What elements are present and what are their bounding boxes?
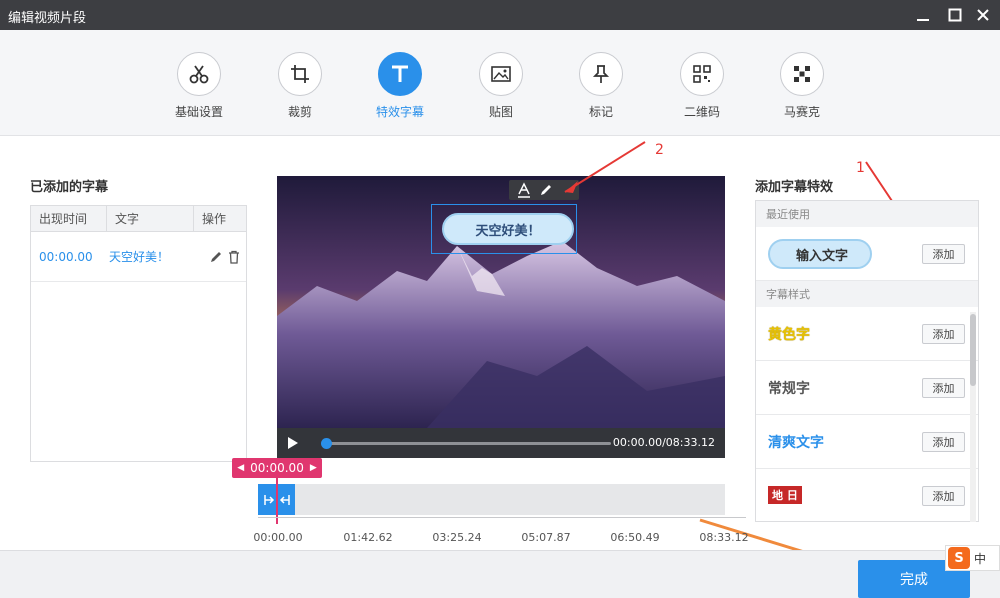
effect-sample: 黄色字 [768,327,810,343]
effects-list: 最近使用 输入文字 添加 字幕样式 黄色字 添加 常规字 添加 清爽文字 添加 … [755,200,979,522]
tick-label: 05:07.87 [521,531,571,544]
effect-sample: 清爽文字 [768,435,824,451]
current-time: 00:00.00 [250,461,304,475]
add-effect-button[interactable]: 添加 [922,244,965,264]
tick-label: 01:42.62 [343,531,393,544]
effect-item[interactable]: 地 日 添加 [756,469,978,521]
effect-item[interactable]: 黄色字 添加 [756,307,978,361]
effects-title: 添加字幕特效 [755,180,834,195]
ime-indicator[interactable]: S 中 [945,545,1000,571]
add-effect-button[interactable]: 添加 [922,432,965,452]
effect-item[interactable]: 输入文字 添加 [756,227,978,281]
add-effect-button[interactable]: 添加 [922,324,965,344]
effect-sample: 地 日 [768,486,802,504]
timeline-track[interactable] [258,484,725,515]
effect-item[interactable]: 常规字 添加 [756,361,978,415]
effect-sample: 常规字 [768,381,810,397]
tick-label: 03:25.24 [432,531,482,544]
step-back-icon[interactable]: ◀ [237,463,244,473]
effects-scrollbar[interactable] [970,312,976,522]
tick-label: 08:33.12 [699,531,749,544]
effect-item[interactable]: 清爽文字 添加 [756,415,978,469]
annotation-number: 1 [856,160,865,176]
sogou-logo-icon: S [948,547,970,569]
add-effect-button[interactable]: 添加 [922,486,965,506]
add-effect-button[interactable]: 添加 [922,378,965,398]
current-time-badge[interactable]: ◀ 00:00.00 ▶ [232,458,322,478]
effect-sample: 输入文字 [796,249,849,264]
annotation-number: 2 [655,142,664,158]
scrollbar-thumb[interactable] [970,314,976,386]
step-forward-icon[interactable]: ▶ [310,463,317,473]
section-recent: 最近使用 [756,201,978,227]
section-styles: 字幕样式 [756,281,978,307]
tick-label: 00:00.00 [253,531,303,544]
footer-bar [0,550,1000,598]
tick-label: 06:50.49 [610,531,660,544]
ime-mode: 中 [974,551,987,566]
timeline-ruler [258,517,746,525]
